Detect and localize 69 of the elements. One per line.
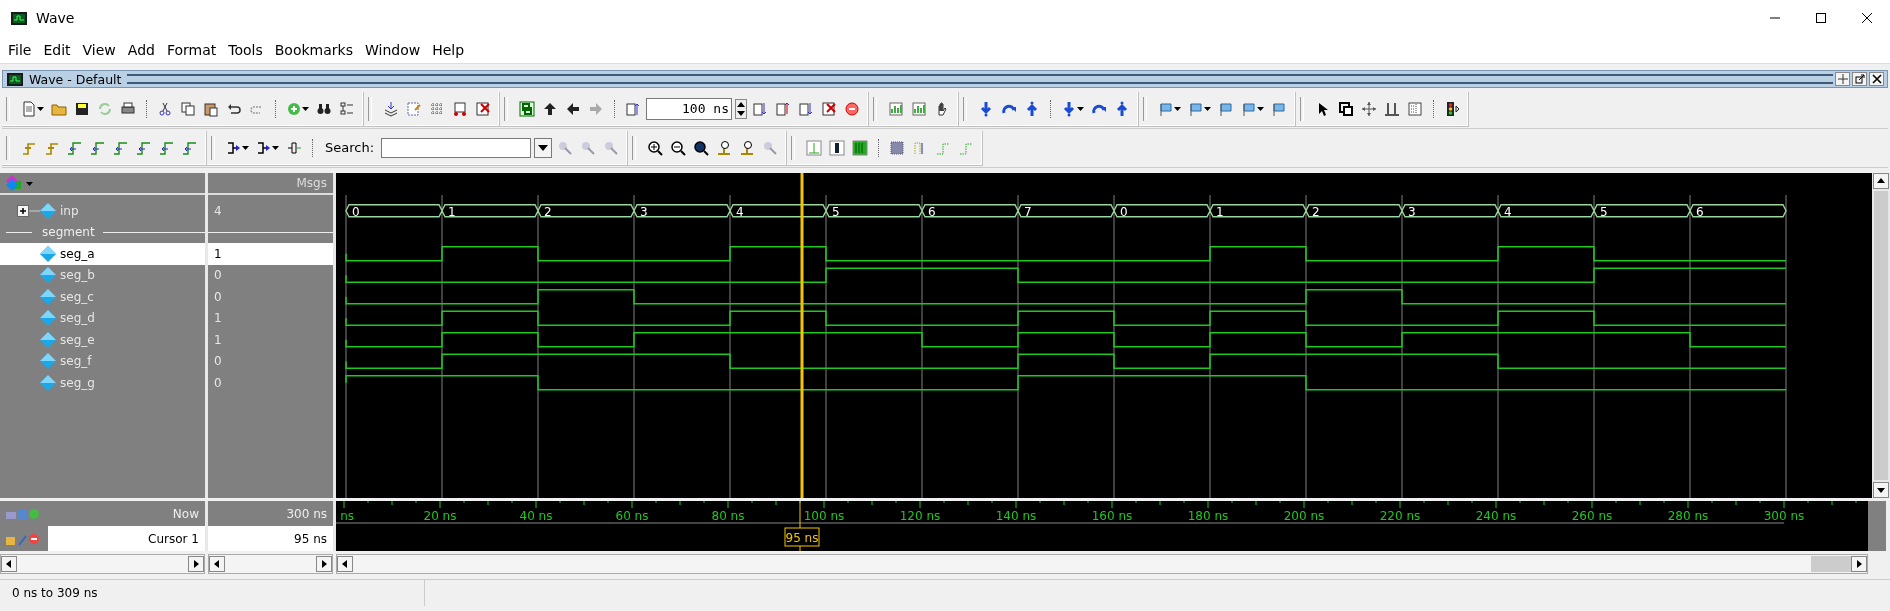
signal-name: seg_c [60,289,94,304]
bus-value: 1 [1216,204,1224,219]
time-label: 140 ns [995,509,1037,523]
bus-value: 0 [352,204,360,219]
window-title: Wave [36,10,76,26]
menu-item[interactable]: View [76,41,122,58]
signal-value: 1 [214,246,222,261]
time-label: 80 ns [711,509,745,523]
signal-name: seg_d [60,311,95,326]
menu-item[interactable]: Tools [222,41,269,58]
bus-value: 3 [1408,204,1416,219]
menu-item[interactable]: File [2,41,38,58]
menu-item[interactable]: Bookmarks [268,41,359,58]
signal-name: seg_e [60,332,95,347]
time-label: 180 ns [1187,509,1229,523]
signal-name: seg_g [60,375,95,390]
cursor-name[interactable]: Cursor 1 [148,531,199,546]
bus-value: 4 [736,204,744,219]
bus-value: 5 [1600,204,1608,219]
cursor-time: 95 ns [294,531,327,546]
now-label: Now [172,506,199,521]
bus-value: 0 [1120,204,1128,219]
group-divider-label: segment [42,225,95,240]
menu-item[interactable]: Edit [37,41,77,58]
menu-item[interactable]: Window [358,41,427,58]
signal-value: 1 [214,332,222,347]
time-label: 40 ns [519,509,553,523]
time-label: 240 ns [1475,509,1517,523]
time-label: 200 ns [1283,509,1325,523]
signal-value: 1 [214,311,222,326]
bus-value: 7 [1024,204,1032,219]
time-label: 300 ns [1763,509,1805,523]
menu-item[interactable]: Add [121,41,161,58]
bus-value: 2 [544,204,552,219]
signal-value: 0 [214,354,222,369]
now-time: 300 ns [286,506,327,521]
run-length-field[interactable]: 100 ns [646,97,732,120]
bus-value: 4 [1504,204,1512,219]
signal-name: seg_b [60,268,95,283]
cursor-time-label[interactable]: 95 ns [784,527,820,547]
signal-name: seg_a [60,246,95,261]
time-label: 280 ns [1667,509,1709,523]
bus-value: 1 [448,204,456,219]
time-label: 20 ns [423,509,457,523]
time-label: 220 ns [1379,509,1421,523]
time-label: 60 ns [615,509,649,523]
search-label: Search: [325,140,375,155]
signal-name: inp [60,203,79,218]
signal-value: 0 [214,375,222,390]
time-label: 120 ns [899,509,941,523]
panel-title: Wave - Default [29,71,122,87]
bus-value: 6 [928,204,936,219]
signal-row[interactable]: seg_a [0,243,205,265]
time-label: 100 ns [803,509,845,523]
menu-item[interactable]: Format [160,41,223,58]
status-text: 0 ns to 309 ns [0,580,425,606]
column-header: Msgs [296,176,327,190]
signal-value: 0 [214,268,222,283]
signal-value: 0 [214,289,222,304]
signal-value: 4 [214,203,222,218]
bus-value: 5 [832,204,840,219]
time-label: 160 ns [1091,509,1133,523]
signal-name: seg_f [60,354,92,369]
bus-value: 2 [1312,204,1320,219]
time-label: ns [340,509,354,523]
time-label: 260 ns [1571,509,1613,523]
bus-value: 3 [640,204,648,219]
bus-value: 6 [1696,204,1704,219]
menu-item[interactable]: Help [426,41,471,58]
